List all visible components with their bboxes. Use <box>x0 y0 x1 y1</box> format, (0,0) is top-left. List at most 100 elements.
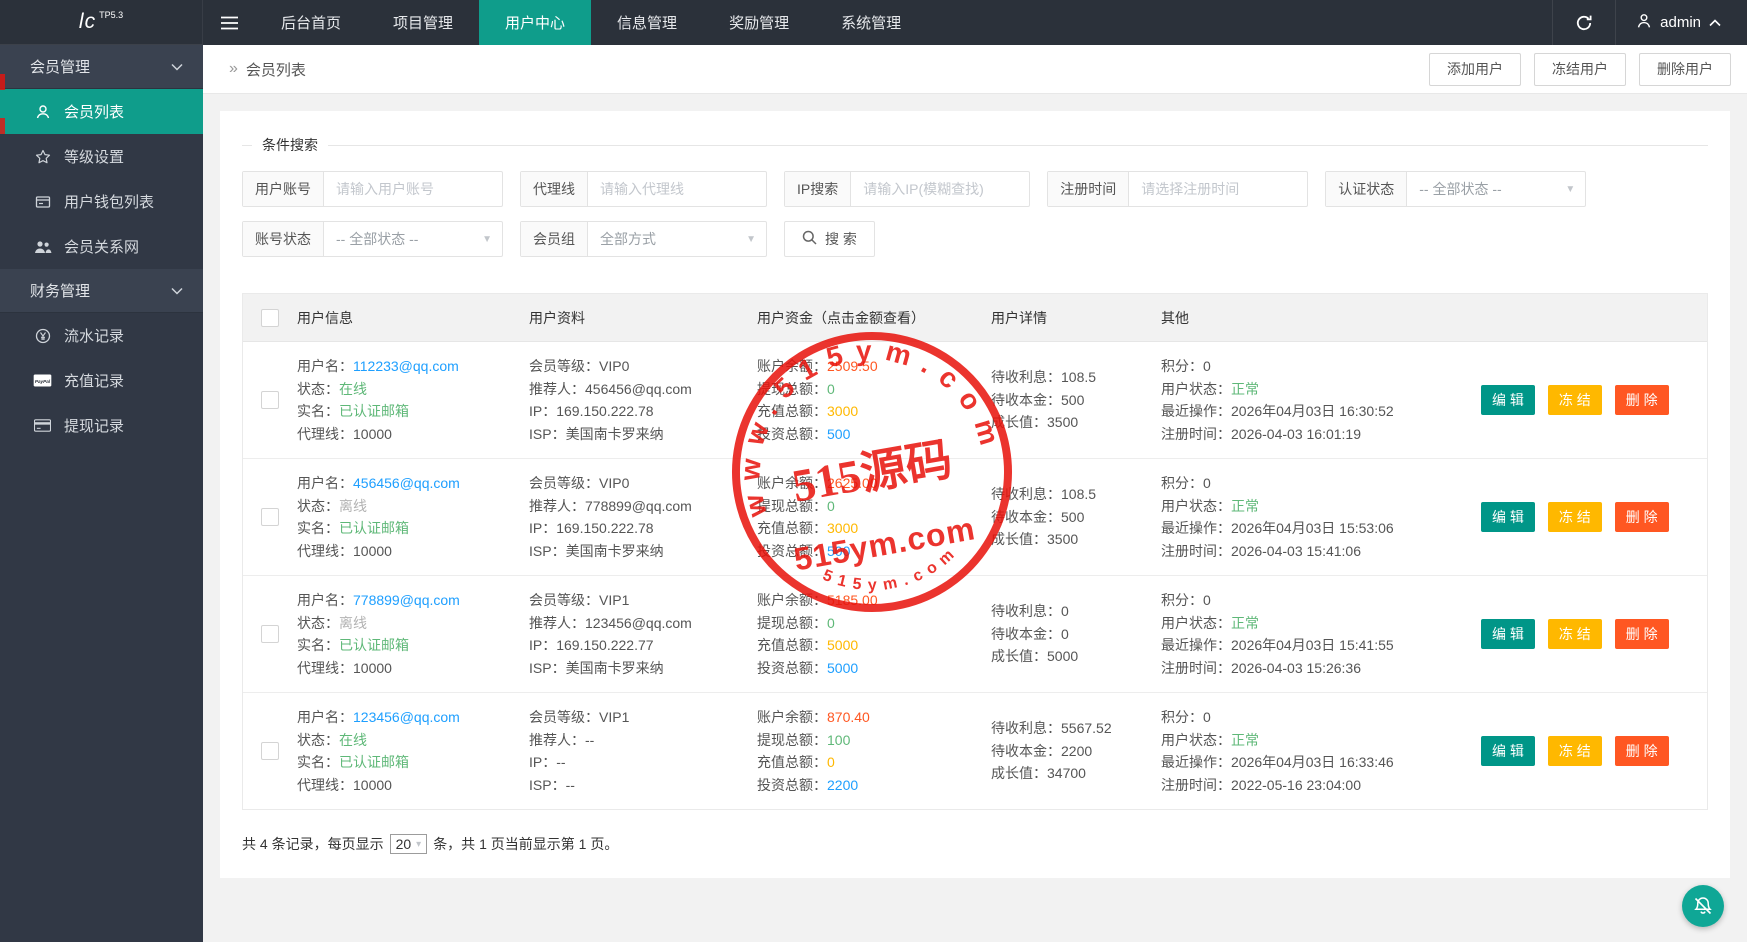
field-value[interactable]: 0 <box>827 381 835 397</box>
cell-info: 用户名：778899@qq.com 状态：离线 实名：已认证邮箱 代理线：10000 <box>297 589 529 679</box>
field-value[interactable]: 2200 <box>827 777 858 793</box>
field-label: 待收本金： <box>991 508 1061 525</box>
field-value[interactable]: 778899@qq.com <box>353 592 460 608</box>
sidebar-item-会员关系网[interactable]: 会员关系网 <box>0 224 203 269</box>
field-value[interactable]: 500 <box>827 543 850 559</box>
field-value[interactable]: 0 <box>827 754 835 770</box>
sidebar-group-header[interactable]: 会员管理 <box>0 45 203 89</box>
topnav-item-系统管理[interactable]: 系统管理 <box>815 0 927 45</box>
row-checkbox[interactable] <box>261 742 279 760</box>
field-label: 用户状态： <box>1161 380 1231 397</box>
bell-muted-icon <box>1694 897 1712 915</box>
filter-label: 代理线 <box>521 172 588 206</box>
sidebar-item-充值记录[interactable]: PayPal 充值记录 <box>0 358 203 403</box>
cell-funds: 账户余额：5185.00 提现总额：0 充值总额：5000 投资总额：5000 <box>757 589 991 679</box>
freeze-button[interactable]: 冻 结 <box>1547 502 1602 532</box>
topnav-item-项目管理[interactable]: 项目管理 <box>367 0 479 45</box>
field-value[interactable]: 0 <box>827 498 835 514</box>
delete-button[interactable]: 删 除 <box>1614 502 1669 532</box>
filter-field: 用户账号 <box>242 171 503 207</box>
row-checkbox[interactable] <box>261 625 279 643</box>
field-value[interactable]: 112233@qq.com <box>353 358 459 374</box>
field-value: 108.5 <box>1061 486 1097 503</box>
sidebar-item-等级设置[interactable]: 等级设置 <box>0 134 203 179</box>
edit-button[interactable]: 编 辑 <box>1481 736 1535 766</box>
page-title: 会员列表 <box>245 61 306 79</box>
field-value[interactable]: 456456@qq.com <box>353 475 460 491</box>
field-value: 2026-04-03 15:26:36 <box>1231 659 1361 676</box>
delete-button[interactable]: 删 除 <box>1614 385 1669 415</box>
freeze-button[interactable]: 冻 结 <box>1547 385 1602 415</box>
field-value: 500 <box>1061 391 1085 408</box>
filter-input[interactable] <box>588 181 766 197</box>
filter-select[interactable]: 账号状态 -- 全部状态 -- ▼ <box>242 221 503 257</box>
field-value[interactable]: 100 <box>827 732 850 748</box>
field-label: 用户名： <box>297 709 353 725</box>
field-value[interactable]: 3000 <box>827 520 858 536</box>
field-value[interactable]: 2509.50 <box>827 358 878 374</box>
sidebar-item-用户钱包列表[interactable]: 用户钱包列表 <box>0 179 203 224</box>
cell-other: 积分：0 用户状态：正常 最近操作：2026年04月03日 16:30:52 注册时间… <box>1161 355 1473 445</box>
field-value[interactable]: 5185.00 <box>827 592 878 608</box>
filter-select-value: 全部方式 <box>600 231 656 247</box>
hamburger-icon[interactable] <box>203 0 255 45</box>
filter-input[interactable] <box>851 181 1030 197</box>
filter-select[interactable]: 认证状态 -- 全部状态 -- ▼ <box>1325 171 1587 207</box>
sidebar-group-header[interactable]: 财务管理 <box>0 269 203 313</box>
topnav-item-label: 用户中心 <box>505 15 566 32</box>
toolbar-button-删除用户[interactable]: 删除用户 <box>1639 52 1731 86</box>
column-header: 其他 <box>1161 309 1189 326</box>
field-value: 169.150.222.78 <box>556 403 654 419</box>
filter-input[interactable] <box>1129 181 1308 197</box>
field-value[interactable]: 2625.00 <box>827 475 878 491</box>
field-value[interactable]: 500 <box>827 426 850 442</box>
topnav-item-后台首页[interactable]: 后台首页 <box>255 0 367 45</box>
filter-field: 注册时间 <box>1047 171 1309 207</box>
delete-button[interactable]: 删 除 <box>1614 619 1669 649</box>
edit-button[interactable]: 编 辑 <box>1481 502 1535 532</box>
filter-select[interactable]: 会员组 全部方式 ▼ <box>520 221 767 257</box>
row-checkbox[interactable] <box>261 508 279 526</box>
topnav-item-用户中心[interactable]: 用户中心 <box>479 0 592 45</box>
freeze-button[interactable]: 冻 结 <box>1547 619 1602 649</box>
sidebar-item-label: 提现记录 <box>64 418 125 435</box>
field-label: 账户余额： <box>757 475 827 491</box>
edit-button[interactable]: 编 辑 <box>1481 619 1535 649</box>
topnav-item-奖励管理[interactable]: 奖励管理 <box>703 0 815 45</box>
sidebar-item-提现记录[interactable]: 提现记录 <box>0 403 203 448</box>
field-value: 34700 <box>1047 765 1086 782</box>
select-all-checkbox[interactable] <box>261 308 279 327</box>
sidebar-item-label: 等级设置 <box>64 149 125 166</box>
field-value[interactable]: 5000 <box>827 637 858 653</box>
row-checkbox[interactable] <box>261 391 279 409</box>
sidebar-item-会员列表[interactable]: 会员列表 <box>0 89 203 134</box>
per-page-select[interactable]: 20 ▾ <box>389 834 428 854</box>
field-value[interactable]: 0 <box>827 615 835 631</box>
topnav-item-信息管理[interactable]: 信息管理 <box>591 0 703 45</box>
edit-button[interactable]: 编 辑 <box>1481 385 1535 415</box>
account-menu[interactable]: admin <box>1616 0 1747 45</box>
refresh-icon[interactable] <box>1552 0 1617 45</box>
field-value[interactable]: 3000 <box>827 403 858 419</box>
filter-input[interactable] <box>324 181 502 197</box>
field-value: 0 <box>1203 475 1211 491</box>
sidebar-item-流水记录[interactable]: 流水记录 <box>0 313 203 358</box>
field-value[interactable]: 5000 <box>827 660 858 676</box>
field-value[interactable]: 870.40 <box>827 709 870 725</box>
freeze-button[interactable]: 冻 结 <box>1547 736 1602 766</box>
field-label: 推荐人： <box>529 380 585 397</box>
field-value[interactable]: 123456@qq.com <box>353 709 460 725</box>
bell-muted-button[interactable] <box>1682 885 1724 927</box>
field-value: 2026-04-03 16:01:19 <box>1231 425 1361 442</box>
filter-field: 代理线 <box>520 171 767 207</box>
field-label: 代理线： <box>297 659 353 676</box>
field-value: 2026年04月03日 16:33:46 <box>1231 754 1394 770</box>
toolbar-button-冻结用户[interactable]: 冻结用户 <box>1534 52 1626 86</box>
filter-label: 账号状态 <box>243 222 324 256</box>
logo-version: TP5.3 <box>99 10 124 20</box>
toolbar-button-添加用户[interactable]: 添加用户 <box>1429 52 1521 86</box>
search-button[interactable]: 搜 索 <box>784 221 875 257</box>
delete-button[interactable]: 删 除 <box>1614 736 1669 766</box>
field-value: VIP1 <box>599 592 630 608</box>
table-row: 用户名：456456@qq.com 状态：离线 实名：已认证邮箱 代理线：10000 … <box>243 459 1707 576</box>
